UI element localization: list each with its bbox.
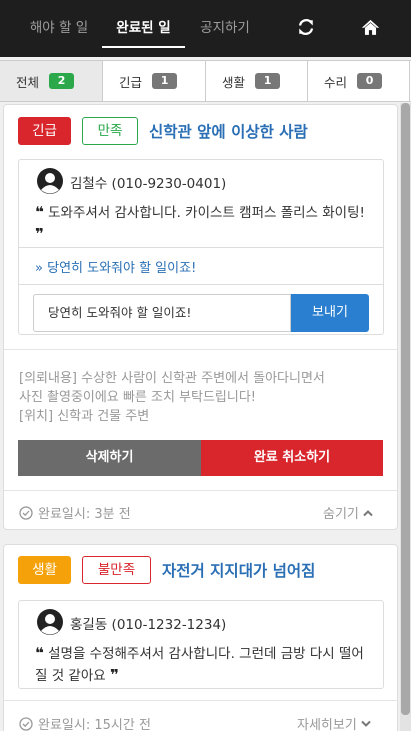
review-body: 설명을 수정해주셔서 감사합니다. 그런데 금방 다시 떨어질 것 같아요 <box>35 646 364 684</box>
category-filter-bar: 전체 2 긴급 1 생활 1 수리 0 <box>0 60 411 102</box>
divider <box>4 490 397 491</box>
completed-text: 완료일시: 15시간 전 <box>38 718 151 731</box>
request-line: 사진 촬영중이에요 빠른 조치 부탁드립니다! <box>19 390 257 405</box>
count-badge: 1 <box>152 73 178 89</box>
hide-toggle[interactable]: 숨기기 <box>323 503 373 522</box>
reviewer-name: 김철수 (010-9230-0401) <box>70 176 227 192</box>
check-circle-icon <box>19 716 33 731</box>
details-toggle[interactable]: 자세히보기 <box>297 714 371 731</box>
reviewer-name: 홍길동 (010-1232-1234) <box>70 617 227 633</box>
quote-close-icon: ❞ <box>35 225 44 243</box>
tab-notice[interactable]: 공지하기 <box>190 0 260 57</box>
double-chevron-right-icon: » <box>35 261 43 276</box>
task-card: 생활 불만족 자전거 지지대가 넘어짐 홍길동 (010-1232-1234) … <box>3 544 398 731</box>
filter-repair[interactable]: 수리 0 <box>308 61 410 101</box>
filter-label: 긴급 <box>119 74 143 90</box>
rating-tag: 불만족 <box>82 556 151 584</box>
user-avatar-icon <box>37 168 63 194</box>
reply-row: » 당연히 도와줘야 할 일이죠! <box>19 247 383 284</box>
divider <box>4 349 397 350</box>
request-location: [위치] 신학과 건물 주변 <box>19 409 150 424</box>
divider <box>4 700 397 701</box>
task-title[interactable]: 신학관 앞에 이상한 사람 <box>149 120 308 142</box>
user-avatar-icon <box>37 609 63 635</box>
send-button[interactable]: 보내기 <box>291 294 369 332</box>
request-line: [의뢰내용] 수상한 사람이 신학관 주변에서 돌아다니면서 <box>19 371 325 386</box>
review-body: 도와주셔서 감사합니다. 카이스트 캠퍼스 폴리스 화이팅! <box>48 205 365 221</box>
quote-open-icon: ❝ <box>35 203 44 221</box>
filter-urgent[interactable]: 긴급 1 <box>103 61 206 101</box>
filter-life[interactable]: 생활 1 <box>206 61 308 101</box>
chevron-down-icon <box>361 720 371 727</box>
tab-completed[interactable]: 완료된 일 <box>102 0 185 57</box>
count-badge: 1 <box>255 73 281 89</box>
delete-button[interactable]: 삭제하기 <box>18 440 201 476</box>
quote-open-icon: ❝ <box>35 644 44 662</box>
scrollbar-thumb[interactable] <box>401 103 410 715</box>
chevron-up-icon <box>363 509 373 516</box>
reply-input[interactable]: 당연히 도와줘야 할 일이죠! <box>33 294 291 332</box>
reply-form: 당연히 도와줘야 할 일이죠! 보내기 <box>19 284 383 336</box>
request-details: [의뢰내용] 수상한 사람이 신학관 주변에서 돌아다니면서 사진 촬영중이에요… <box>19 369 379 426</box>
review-text: ❝ 설명을 수정해주셔서 감사합니다. 그런데 금방 다시 떨어질 것 같아요 … <box>35 643 375 687</box>
filter-label: 생활 <box>222 74 246 90</box>
count-badge: 2 <box>49 73 75 89</box>
completed-text: 완료일시: 3분 전 <box>38 507 131 522</box>
count-badge: 0 <box>357 73 383 89</box>
cancel-completion-button[interactable]: 완료 취소하기 <box>201 440 383 476</box>
task-title[interactable]: 자전거 지지대가 넘어짐 <box>162 559 315 581</box>
top-nav: 해야 할 일 완료된 일 공지하기 <box>0 0 411 57</box>
review-text: ❝ 도와주셔서 감사합니다. 카이스트 캠퍼스 폴리스 화이팅! ❞ <box>35 202 375 246</box>
toggle-label: 숨기기 <box>323 507 359 522</box>
reply-text: » 당연히 도와줘야 할 일이죠! <box>35 257 196 276</box>
category-tag: 긴급 <box>18 117 71 145</box>
task-card: 긴급 만족 신학관 앞에 이상한 사람 김철수 (010-9230-0401) … <box>3 104 398 530</box>
review-box: 홍길동 (010-1232-1234) ❝ 설명을 수정해주셔서 감사합니다. … <box>18 600 384 689</box>
filter-all[interactable]: 전체 2 <box>0 61 103 101</box>
review-box: 김철수 (010-9230-0401) ❝ 도와주셔서 감사합니다. 카이스트 … <box>18 159 384 335</box>
toggle-label: 자세히보기 <box>297 718 357 731</box>
check-circle-icon <box>19 505 33 520</box>
scrollbar[interactable] <box>400 103 411 731</box>
completed-time: 완료일시: 3분 전 <box>19 503 131 522</box>
quote-close-icon: ❞ <box>109 666 119 684</box>
category-tag: 생활 <box>18 556 71 584</box>
refresh-icon[interactable] <box>297 18 317 38</box>
filter-label: 수리 <box>324 74 348 90</box>
rating-tag: 만족 <box>82 117 138 145</box>
filter-label: 전체 <box>16 74 40 90</box>
reply-body: 당연히 도와줘야 할 일이죠! <box>47 261 197 276</box>
tab-todo[interactable]: 해야 할 일 <box>20 0 98 57</box>
home-icon[interactable] <box>361 18 381 38</box>
completed-time: 완료일시: 15시간 전 <box>19 714 151 731</box>
